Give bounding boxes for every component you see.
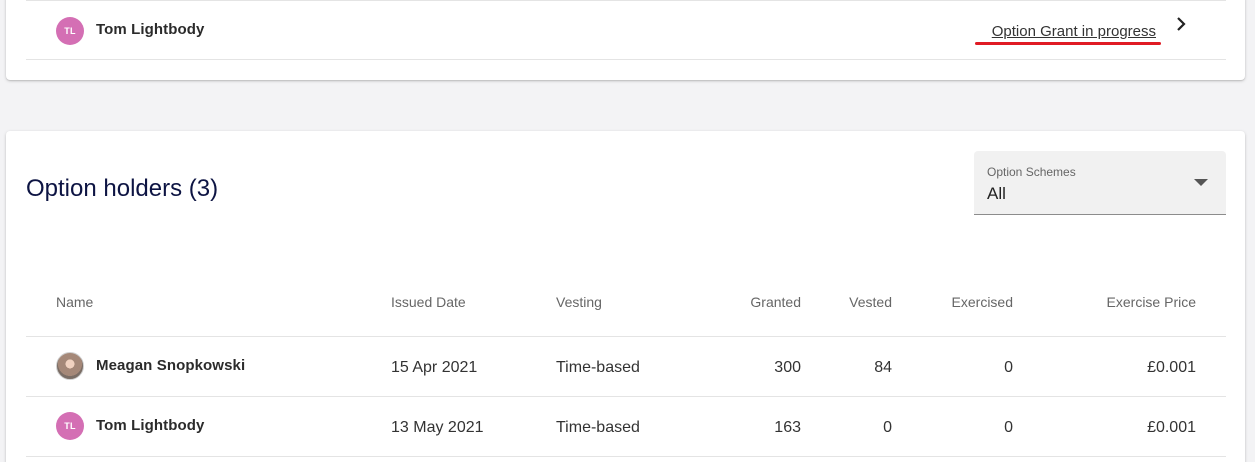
granted-value: 163	[774, 419, 801, 436]
avatar-initials: TL	[64, 26, 76, 36]
holder-name: Tom Lightbody	[96, 417, 205, 434]
vesting-type: Time-based	[556, 359, 640, 376]
col-exercise-price[interactable]: Exercise Price	[1107, 294, 1196, 310]
col-vested[interactable]: Vested	[849, 294, 892, 310]
issued-date: 15 Apr 2021	[391, 359, 478, 376]
col-granted[interactable]: Granted	[750, 294, 801, 310]
avatar: TL	[56, 412, 84, 440]
col-vesting[interactable]: Vesting	[556, 294, 602, 310]
status-highlight-underline	[975, 42, 1161, 45]
table-header: Name Issued Date Vesting Granted Vested …	[26, 271, 1226, 337]
avatar: TL	[56, 17, 84, 45]
caret-down-icon	[1194, 179, 1208, 186]
col-exercised[interactable]: Exercised	[952, 294, 1013, 310]
select-value: All	[987, 184, 1006, 203]
avatar-initials: TL	[64, 421, 76, 431]
grant-card: TL Tom Lightbody Option Grant in progres…	[6, 0, 1245, 80]
section-title: Option holders (3)	[26, 175, 219, 202]
vested-value: 0	[883, 419, 892, 436]
vesting-type: Time-based	[556, 419, 640, 436]
holder-name: Meagan Snopkowski	[96, 357, 246, 374]
col-issued-date[interactable]: Issued Date	[391, 294, 466, 310]
granted-value: 300	[774, 359, 801, 376]
col-name[interactable]: Name	[56, 294, 93, 310]
option-holders-card: Option holders (3) Option Schemes All Na…	[6, 131, 1245, 462]
exercised-value: 0	[1004, 359, 1013, 376]
grant-row[interactable]: TL Tom Lightbody Option Grant in progres…	[26, 0, 1226, 60]
table-row[interactable]: Meagan Snopkowski 15 Apr 2021 Time-based…	[26, 337, 1226, 397]
issued-date: 13 May 2021	[391, 419, 484, 436]
exercise-price-value: £0.001	[1147, 359, 1196, 376]
table-row[interactable]: TL Tom Lightbody 13 May 2021 Time-based …	[26, 397, 1226, 457]
select-label: Option Schemes	[987, 165, 1076, 179]
avatar	[56, 352, 84, 380]
vested-value: 84	[874, 359, 892, 376]
chevron-right-icon[interactable]	[1171, 14, 1191, 34]
holder-name: Tom Lightbody	[96, 21, 205, 38]
exercise-price-value: £0.001	[1147, 419, 1196, 436]
grant-status-link[interactable]: Option Grant in progress	[992, 23, 1156, 40]
option-schemes-select[interactable]: Option Schemes All	[974, 151, 1226, 215]
option-holders-table: Name Issued Date Vesting Granted Vested …	[26, 271, 1226, 457]
exercised-value: 0	[1004, 419, 1013, 436]
